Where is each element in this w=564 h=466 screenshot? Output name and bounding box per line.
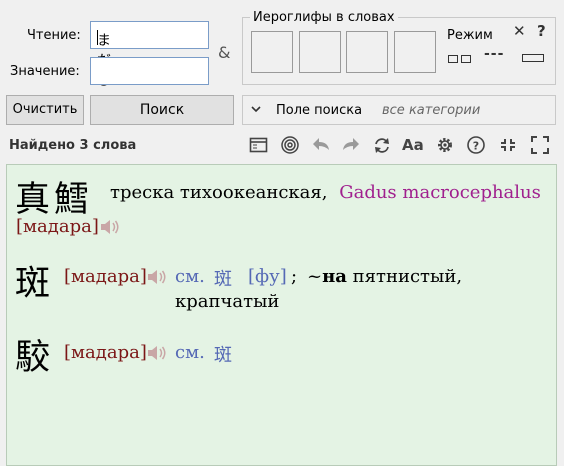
search-button[interactable]: Поиск <box>90 95 234 125</box>
expand-icon[interactable] <box>529 135 551 155</box>
results-panel[interactable]: 真鱈 треска тихоокеанская, Gadus macroceph… <box>6 164 557 466</box>
kanji-cell-2[interactable] <box>299 31 341 73</box>
spiral-icon[interactable] <box>279 135 301 155</box>
entry-2-meaning: ~на пятнистый, <box>307 266 462 287</box>
mode-wide-box-icon[interactable] <box>522 52 546 67</box>
entry-1-reading[interactable]: [мадара] <box>16 216 99 237</box>
reading-label: Чтение: <box>27 28 81 43</box>
clear-button[interactable]: Очистить <box>6 95 84 125</box>
kanji-cell-1[interactable] <box>251 31 293 73</box>
font-icon[interactable]: Aa <box>402 135 424 155</box>
entry-2-meaning-2: крапчатый <box>175 291 280 312</box>
undo-icon[interactable] <box>310 135 332 155</box>
meaning-input[interactable] <box>90 57 209 85</box>
chevron-down-icon[interactable] <box>250 102 262 120</box>
entry-1-latin: Gadus macrocephalus <box>339 182 541 203</box>
search-field-label: Поле поиска <box>276 103 363 118</box>
entry-3-kanji[interactable]: 駮 <box>15 329 50 380</box>
kanji-groupbox-title: Иероглифы в словах <box>250 10 398 25</box>
speaker-icon[interactable] <box>147 269 167 285</box>
entry-2-meaning-1: пятнистый, <box>352 266 463 287</box>
mode-dash-icon[interactable]: --- <box>484 46 504 62</box>
entry-1-kanji[interactable]: 真鱈 <box>15 171 93 222</box>
entry-2-separator: ; <box>291 266 298 287</box>
kanji-cell-4[interactable] <box>394 31 436 73</box>
entry-1-meaning-text: треска тихоокеанская, <box>110 182 328 203</box>
redo-icon[interactable] <box>340 135 362 155</box>
results-count: Найдено 3 слова <box>9 138 137 153</box>
close-icon[interactable]: ✕ <box>513 22 526 40</box>
entry-2-bold: на <box>322 266 347 287</box>
entry-3-see: см. <box>175 342 205 363</box>
entry-3-reading[interactable]: [мадара] <box>64 342 147 363</box>
refresh-icon[interactable] <box>371 135 393 155</box>
mode-label: Режим <box>447 28 493 43</box>
and-symbol: & <box>218 43 231 62</box>
entry-2-kanji[interactable]: 斑 <box>15 255 50 306</box>
kanji-cell-3[interactable] <box>346 31 388 73</box>
svg-text:?: ? <box>473 140 479 153</box>
entry-1-meaning: треска тихоокеанская, Gadus macrocephalu… <box>110 182 541 203</box>
window-icon[interactable] <box>248 135 270 155</box>
speaker-icon[interactable] <box>100 219 120 235</box>
entry-3-see-kanji[interactable]: 斑 <box>214 341 232 367</box>
help-icon[interactable]: ? <box>465 135 487 155</box>
speaker-icon[interactable] <box>147 345 167 361</box>
help-mark-icon[interactable]: ? <box>537 22 546 40</box>
search-field-value: все категории <box>382 103 481 118</box>
mode-double-box-icon[interactable] <box>448 53 474 68</box>
entry-2-see: см. <box>175 266 205 287</box>
entry-2-see-reading[interactable]: [фу] <box>248 266 287 287</box>
collapse-icon[interactable] <box>497 135 519 155</box>
entry-2-tilde: ~ <box>307 266 323 287</box>
entry-2-reading[interactable]: [мадара] <box>64 266 147 287</box>
entry-2-see-kanji[interactable]: 斑 <box>214 265 232 291</box>
meaning-label: Значение: <box>10 64 80 79</box>
gear-icon[interactable] <box>434 135 456 155</box>
reading-input[interactable]: まだら <box>90 21 209 89</box>
